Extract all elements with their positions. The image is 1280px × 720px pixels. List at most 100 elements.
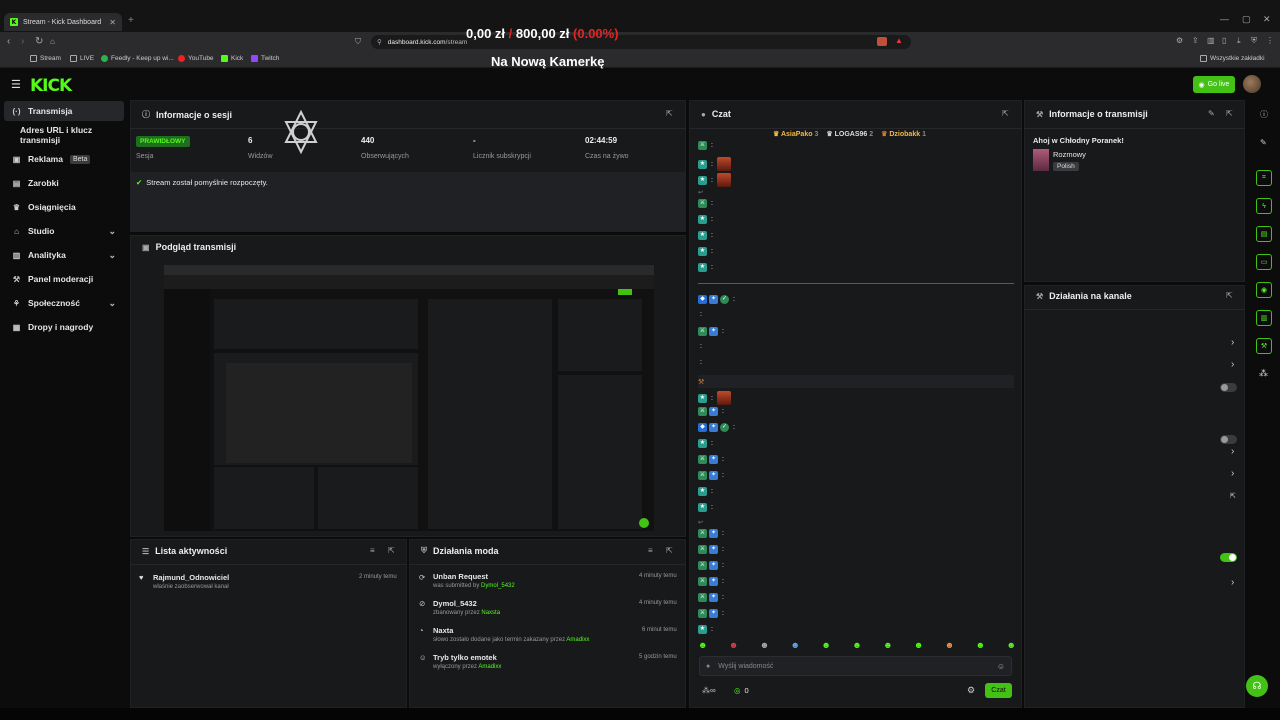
sidebar-item-moderation[interactable]: ⚒ Panel moderacji [4, 269, 124, 289]
minimize-icon[interactable]: — [1220, 14, 1229, 24]
sidebar-icon[interactable]: ▯ [1222, 36, 1226, 45]
edit-icon[interactable]: ✎ [1208, 109, 1215, 118]
vip-badge-icon: ✦ [709, 423, 718, 432]
bookmark-stream[interactable]: Stream [30, 55, 61, 62]
emote-icon[interactable]: ☻ [976, 640, 985, 650]
site-info-icon[interactable]: ⚲ [377, 38, 382, 46]
hammer-icon: ⚒ [12, 274, 21, 284]
chevron-right-icon[interactable]: › [1231, 468, 1234, 479]
chevron-right-icon[interactable]: › [1231, 337, 1234, 348]
right-rail [1247, 100, 1280, 708]
reading-list-icon[interactable]: ▥ [1207, 36, 1215, 45]
wrench-icon[interactable]: ⚒ [1256, 338, 1272, 354]
sidebar-item-community[interactable]: ⚘ Społeczność ⌄ [4, 293, 124, 313]
emote-icon[interactable]: ☻ [791, 640, 800, 650]
document-icon[interactable]: ▤ [1256, 226, 1272, 242]
bookmark-icon[interactable]: ⛉ [355, 37, 361, 47]
emote-icon[interactable]: ☻ [729, 640, 738, 650]
extension-puzzle-icon[interactable]: ⚙ [1176, 36, 1183, 45]
emote-icon[interactable]: ☻ [914, 640, 923, 650]
sidebar-item-transmisja[interactable]: (·) Transmisja [4, 101, 124, 121]
window-close-icon[interactable]: ✕ [1263, 14, 1271, 25]
sidebar-item-analityka[interactable]: ▥ Analityka ⌄ [4, 245, 124, 265]
bookmark-youtube[interactable]: YouTube [178, 55, 214, 62]
connections-icon[interactable]: ⁂ [1259, 368, 1268, 379]
reload-icon[interactable]: ↻ [35, 36, 43, 47]
send-chat-button[interactable]: Czat [985, 683, 1012, 698]
home-icon[interactable]: ⌂ [50, 37, 55, 46]
chevron-right-icon[interactable]: › [1231, 359, 1234, 370]
popout-icon[interactable]: ⇱ [1002, 109, 1009, 118]
channel-actions-panel [1024, 285, 1245, 708]
bookmark-kick[interactable]: Kick [221, 55, 243, 62]
menu-dots-icon[interactable]: ⋮ [1266, 36, 1274, 45]
emote-icon[interactable]: ☻ [760, 640, 769, 650]
toggle-switch[interactable] [1220, 383, 1237, 392]
browser-tab-active[interactable]: K Stream - Kick Dashboard ✕ [4, 13, 122, 31]
chevron-right-icon[interactable]: › [1231, 577, 1234, 588]
go-live-button[interactable]: ◉ Go live [1193, 76, 1235, 93]
filter-icon[interactable]: ≡ [648, 546, 653, 555]
chat-colon: : [722, 408, 724, 415]
chat-icon[interactable]: ▭ [1256, 254, 1272, 270]
lightning-icon[interactable]: ϟ [1256, 198, 1272, 214]
emoji-picker-icon[interactable]: ☺ [997, 662, 1005, 671]
sidebar-item-stream-key[interactable]: Adres URL i klucz transmisji [4, 125, 124, 145]
emote-icon[interactable]: ☻ [821, 640, 830, 650]
new-tab-icon[interactable]: + [128, 15, 134, 26]
filter-icon[interactable]: ≡ [370, 546, 375, 555]
avatar[interactable] [1243, 75, 1261, 93]
kick-logo[interactable]: KICK [30, 76, 72, 96]
sidebar-item-studio[interactable]: ⌂ Studio ⌄ [4, 221, 124, 241]
chat-input[interactable]: ● Wyślij wiadomość ☺ [699, 656, 1012, 676]
chevron-down-icon: ⌄ [108, 297, 116, 308]
info-icon[interactable]: ⓘ [1260, 109, 1268, 120]
warning-icon[interactable]: ▲ [895, 36, 903, 45]
popout-icon[interactable]: ⇱ [666, 546, 673, 555]
help-support-icon[interactable]: ☊ [1246, 675, 1268, 697]
extension-icon[interactable] [877, 37, 887, 46]
maximize-icon[interactable]: ▢ [1242, 14, 1251, 25]
crop-icon[interactable]: ⌗ [1256, 170, 1272, 186]
sidebar-item-osiagniecia[interactable]: ♛ Osiągnięcia [4, 197, 124, 217]
popout-icon[interactable]: ⇱ [666, 109, 673, 118]
external-link-icon[interactable]: ⇱ [1230, 492, 1236, 500]
back-icon[interactable]: ‹ [7, 36, 10, 47]
download-icon[interactable]: ⤓ [1237, 36, 1241, 46]
toggle-switch[interactable] [1220, 435, 1237, 444]
hamburger-menu-icon[interactable]: ☰ [11, 78, 21, 91]
chat-settings-icon[interactable]: ⚙ [967, 685, 975, 696]
forward-icon[interactable]: › [21, 36, 24, 47]
all-bookmarks[interactable]: Wszystkie zakładki [1200, 55, 1265, 62]
server-icon[interactable]: ▥ [1256, 310, 1272, 326]
chat-message: ★: [698, 503, 717, 512]
emote-icon[interactable]: ☻ [1006, 640, 1015, 650]
toggle-switch[interactable] [1220, 553, 1237, 562]
popout-icon[interactable]: ⇱ [1226, 109, 1233, 118]
stat-viewers-value: 6 [248, 136, 253, 145]
popout-icon[interactable]: ⇱ [1226, 291, 1233, 300]
shield-icon[interactable]: ⛨ [1251, 36, 1257, 46]
tab-close-icon[interactable]: ✕ [109, 18, 116, 27]
stream-preview[interactable] [164, 265, 654, 531]
sidebar-item-zarobki[interactable]: ▤ Zarobki [4, 173, 124, 193]
connections-icon[interactable]: ⁂∞ [702, 686, 716, 695]
bookmark-feedly[interactable]: Feedly - Keep up wi... [101, 55, 174, 62]
sidebar-item-reklama[interactable]: ▣ Reklama Beta [4, 149, 124, 169]
popout-icon[interactable]: ⇱ [388, 546, 395, 555]
chevron-right-icon[interactable]: › [1231, 446, 1234, 457]
broadcast-icon[interactable]: ◉ [1256, 282, 1272, 298]
chat-message: ★: [698, 231, 721, 240]
bookmark-twitch[interactable]: Twitch [251, 55, 279, 62]
emote-icon[interactable]: ☻ [852, 640, 861, 650]
mod-action-title: Unban Request [433, 572, 489, 581]
emote-icon[interactable]: ☻ [883, 640, 892, 650]
emote-icon[interactable]: ☻ [698, 640, 707, 650]
emote-icon[interactable]: ☻ [945, 640, 954, 650]
bookmark-live[interactable]: LIVE [70, 55, 94, 62]
share-icon[interactable]: ⇪ [1192, 36, 1199, 45]
chat-message: ★: [698, 247, 717, 256]
sidebar-item-drops[interactable]: ▦ Dropy i nagrody [4, 317, 124, 337]
edit-icon[interactable]: ✎ [1260, 138, 1267, 147]
url-field[interactable]: ⚲ dashboard.kick.com/stream [371, 35, 911, 49]
